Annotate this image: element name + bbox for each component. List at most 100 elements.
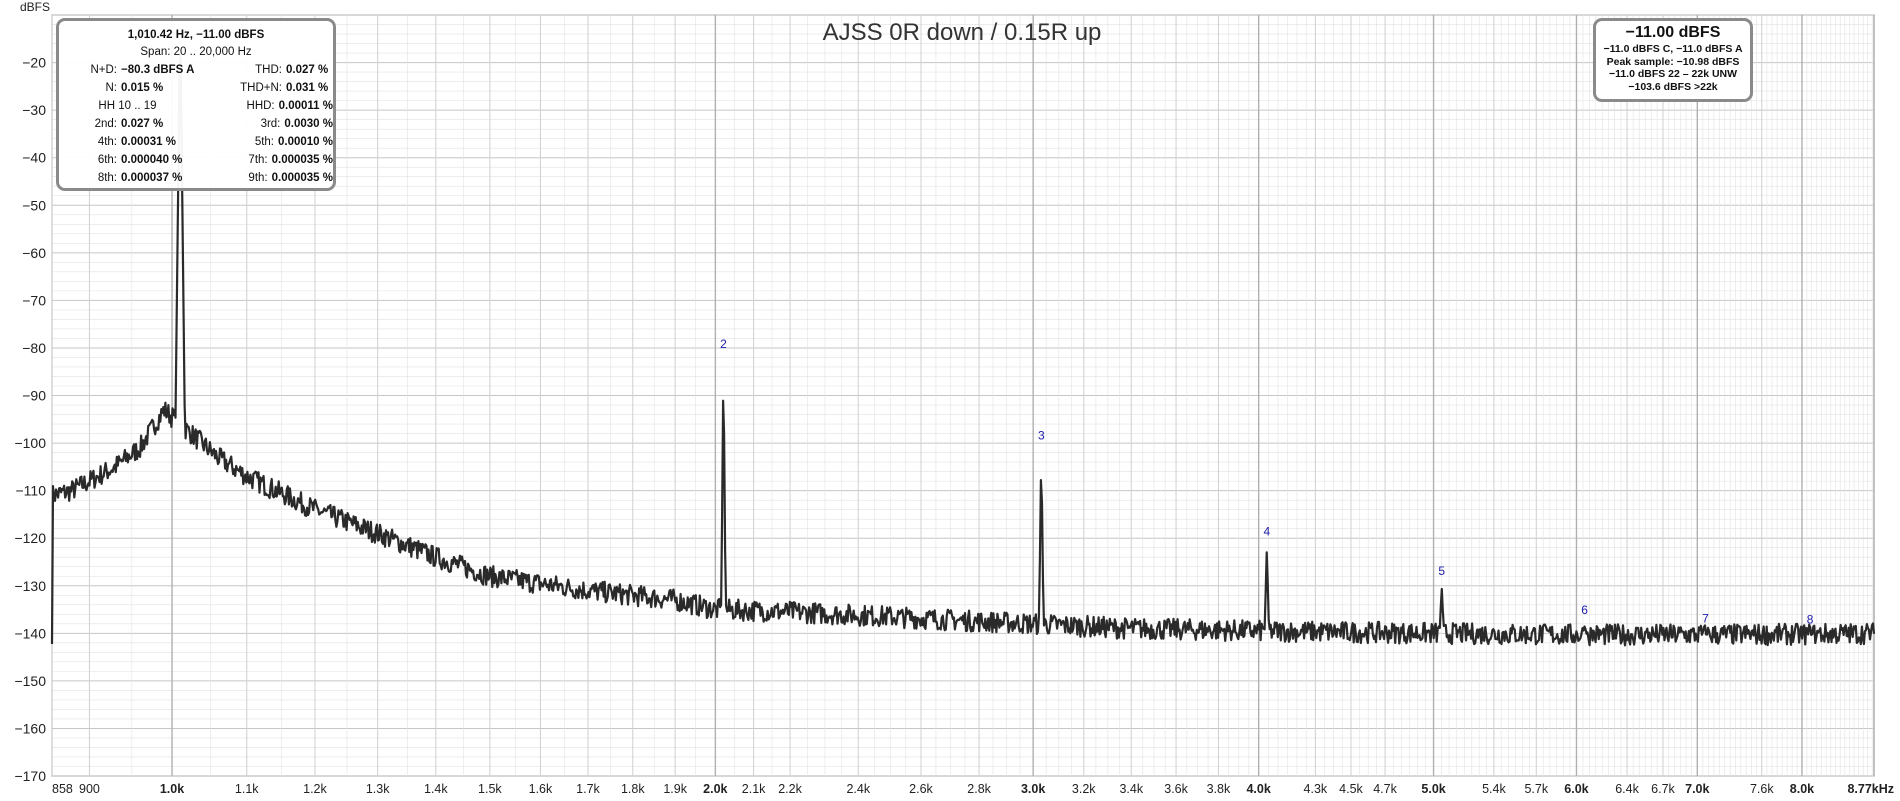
x-tick-label: 1.9k [663, 782, 687, 796]
stat-label: 6th: [97, 154, 117, 166]
x-tick-label: 4.7k [1373, 782, 1397, 796]
y-tick-label: −20 [22, 55, 46, 71]
stat-value: 0.00010 % [278, 136, 333, 148]
stats-row: 4th: 0.00031 % 5th: 0.00010 % [59, 133, 333, 151]
stat-value: 0.00011 % [278, 100, 333, 112]
stats-row: HH 10 .. 19 HHD: 0.00011 % [59, 97, 333, 115]
y-tick-label: −50 [22, 197, 46, 213]
stat-cell: 3rd: 0.0030 % [196, 115, 333, 133]
stat-value: 0.027 % [121, 118, 164, 130]
x-tick-label: 6.7k [1651, 782, 1675, 796]
stat-cell: N+D: −80.3 dBFS A [59, 61, 196, 79]
stat-label: 7th: [248, 154, 268, 166]
stat-label: HHD: [246, 100, 275, 112]
stat-value: 0.000040 % [121, 154, 183, 166]
x-tick-label: 3.8k [1207, 782, 1231, 796]
x-tick-label: 1.7k [576, 782, 600, 796]
stats-row: N: 0.015 % THD+N: 0.031 % [59, 79, 333, 97]
y-tick-label: −130 [14, 578, 46, 594]
y-axis: −20 −30 −40 −50 −60 −70 −80 −90 −100 −110 −120 −130… [14, 55, 46, 784]
stat-label: THD+N: [240, 82, 282, 94]
level-panel[interactable]: −11.00 dBFS −11.0 dBFS C, −11.0 dBFS A Pe… [1593, 18, 1753, 102]
x-tick-label: 2.6k [909, 782, 933, 796]
chart-title: AJSS 0R down / 0.15R up [823, 19, 1102, 46]
x-tick-label: 1.3k [366, 782, 390, 796]
y-tick-label: −60 [22, 245, 46, 261]
harmonic-label-6: 6 [1581, 603, 1588, 617]
stats-rows: N+D: −80.3 dBFS A THD: 0.027 % N: 0.015 % THD+… [59, 61, 333, 187]
level-main: −11.00 dBFS [1625, 24, 1721, 41]
x-tick-label: 3.4k [1119, 782, 1143, 796]
stat-cell: THD+N: 0.031 % [196, 79, 333, 97]
stat-value: 0.031 % [286, 82, 329, 94]
level-line: −11.0 dBFS C, −11.0 dBFS A [1603, 43, 1743, 55]
x-tick-label: 5.4k [1482, 782, 1506, 796]
x-tick-label: 1.0k [160, 782, 184, 796]
x-tick-label: 1.2k [303, 782, 327, 796]
y-tick-label: −30 [22, 102, 46, 118]
fundamental-readout: 1,010.42 Hz, −11.00 dBFS [127, 29, 265, 41]
stat-value: 0.000035 % [271, 154, 333, 166]
harmonic-label-4: 4 [1263, 525, 1270, 539]
stat-cell: 8th: 0.000037 % [59, 169, 196, 187]
stat-cell: 6th: 0.000040 % [59, 151, 196, 169]
stat-label: N: [105, 82, 118, 94]
x-tick-label: 2.2k [778, 782, 802, 796]
stat-value: 0.000035 % [271, 172, 333, 184]
stat-value: 0.000037 % [121, 172, 183, 184]
y-tick-label: −90 [22, 388, 46, 404]
stat-cell: 2nd: 0.027 % [59, 115, 196, 133]
distortion-stats-panel[interactable]: 1,010.42 Hz, −11.00 dBFS Span: 20 .. 20,… [56, 18, 336, 191]
stats-row: 6th: 0.000040 % 7th: 0.000035 % [59, 151, 333, 169]
span-readout: Span: 20 .. 20,000 Hz [140, 46, 252, 58]
x-tick-label: 5.7k [1524, 782, 1548, 796]
x-tick-label: 4.5k [1339, 782, 1363, 796]
stat-value: −80.3 dBFS A [121, 64, 195, 76]
y-axis-label: dBFS [20, 0, 50, 14]
stat-label: THD: [255, 64, 282, 76]
stat-label: 8th: [97, 172, 117, 184]
harmonic-label-3: 3 [1038, 429, 1045, 443]
stats-row: 8th: 0.000037 % 9th: 0.000035 % [59, 169, 333, 187]
x-tick-label: 5.0k [1421, 782, 1445, 796]
level-lines: −11.0 dBFS C, −11.0 dBFS A Peak sample: −… [1596, 43, 1750, 93]
stat-cell: HHD: 0.00011 % [196, 97, 333, 115]
y-tick-label: −170 [14, 768, 46, 784]
y-tick-label: −160 [14, 720, 46, 736]
x-tick-label: 4.3k [1304, 782, 1328, 796]
x-tick-label: 900 [79, 782, 100, 796]
stat-value: 0.015 % [121, 82, 164, 94]
x-tick-label: 1.8k [621, 782, 645, 796]
stat-value: 0.027 % [286, 64, 329, 76]
level-line: −103.6 dBFS >22k [1628, 80, 1718, 93]
y-tick-label: −140 [14, 625, 46, 641]
stat-cell: 7th: 0.000035 % [196, 151, 333, 169]
stat-cell: 9th: 0.000035 % [196, 169, 333, 187]
y-tick-label: −100 [14, 435, 46, 451]
stat-label: 2nd: [94, 118, 117, 130]
x-tick-label: 7.6k [1750, 782, 1774, 796]
x-tick-label: 1.6k [529, 782, 553, 796]
harmonic-label-8: 8 [1807, 613, 1814, 627]
x-axis: 858 900 1.0k 1.1k 1.2k 1.3k 1.4k 1.5k 1.6k 1.7k 1.… [52, 782, 1894, 796]
y-tick-label: −110 [16, 483, 47, 499]
x-tick-label: 3.6k [1164, 782, 1188, 796]
stat-cell: 4th: 0.00031 % [59, 133, 196, 151]
stat-label: 4th: [97, 136, 117, 148]
stats-row: N+D: −80.3 dBFS A THD: 0.027 % [59, 61, 333, 79]
x-tick-label: 2.8k [967, 782, 991, 796]
x-tick-label: 858 [52, 782, 73, 796]
hh-range: HH 10 .. 19 [98, 100, 157, 112]
x-tick-label: 1.5k [478, 782, 502, 796]
stat-value: 0.00031 % [121, 136, 176, 148]
x-tick-label: 1.1k [235, 782, 259, 796]
stat-label: 9th: [248, 172, 268, 184]
stat-cell: 5th: 0.00010 % [196, 133, 333, 151]
x-tick-label: 7.0k [1685, 782, 1709, 796]
stat-value: 0.0030 % [284, 118, 333, 130]
x-tick-label: 8.0k [1790, 782, 1814, 796]
stat-label: 3rd: [260, 118, 281, 130]
x-tick-label: 3.0k [1021, 782, 1045, 796]
x-tick-label: 2.0k [703, 782, 727, 796]
y-tick-label: −120 [14, 530, 46, 546]
